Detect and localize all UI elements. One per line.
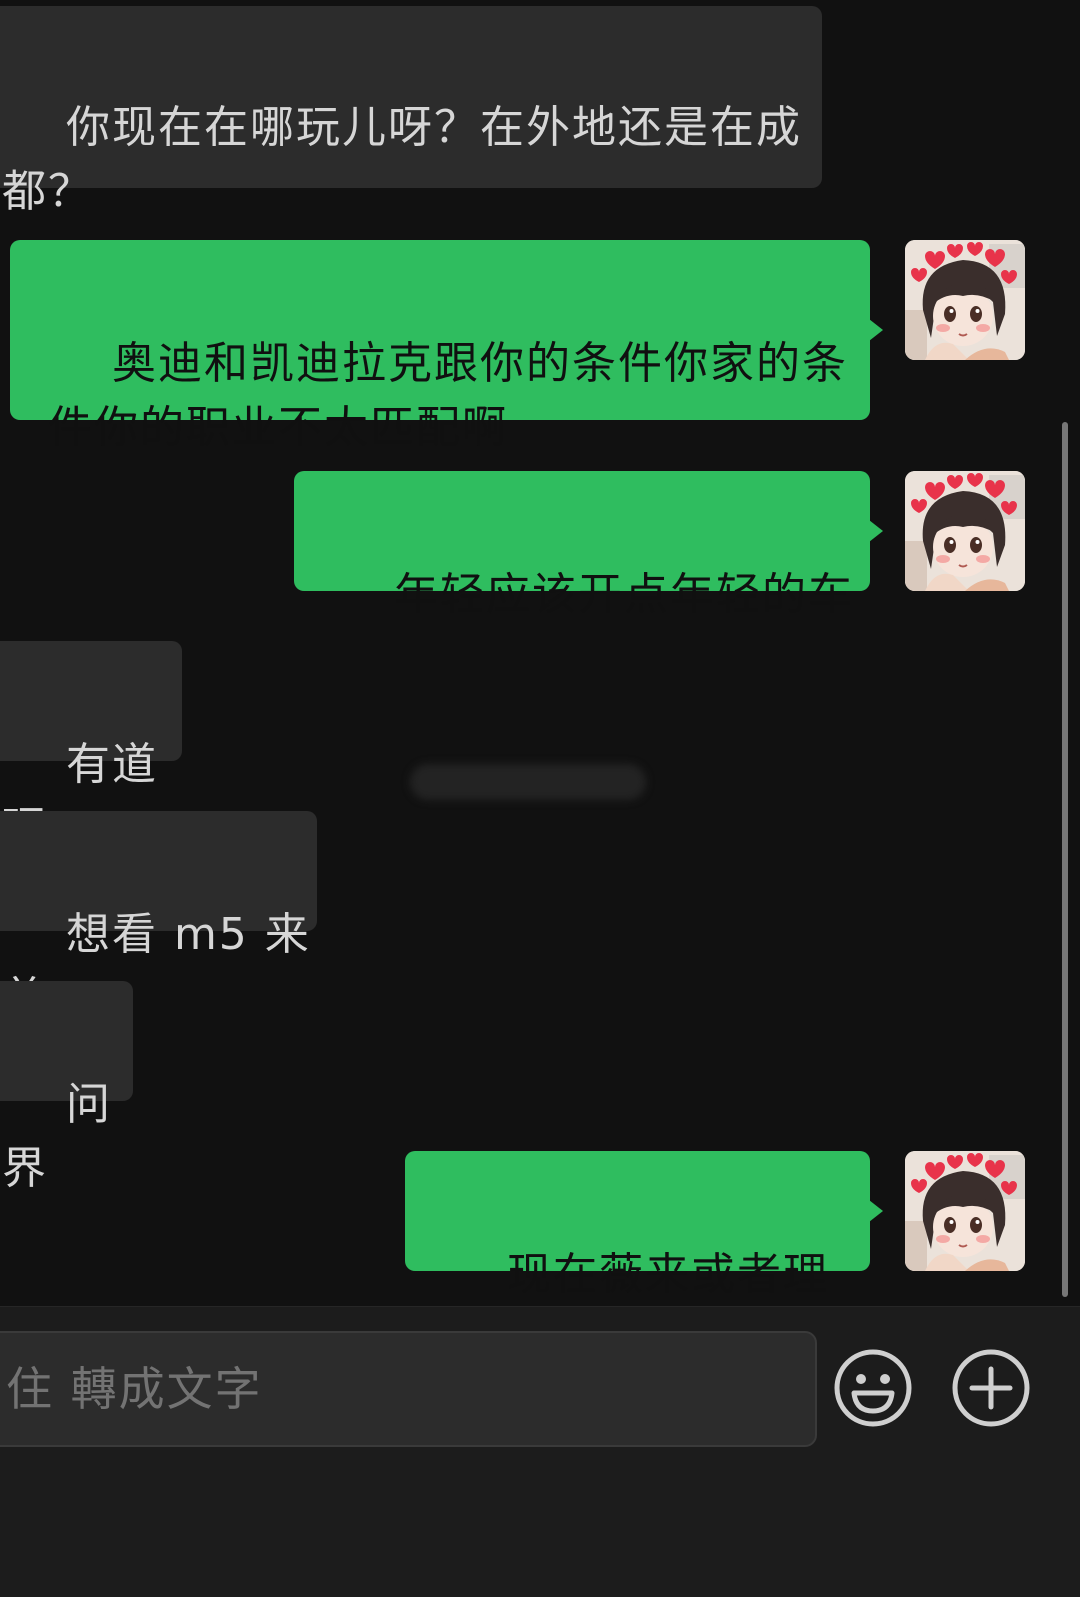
avatar-image	[905, 240, 1025, 360]
message-text: 问界	[2, 1079, 112, 1194]
bubble-tail	[869, 1200, 883, 1222]
scrollbar[interactable]	[1062, 422, 1068, 1297]
bubble-tail	[869, 319, 883, 341]
self-avatar[interactable]	[905, 471, 1025, 591]
message-text: 你现在在哪玩儿呀？在外地还是在成 都？	[2, 102, 802, 217]
chat-screen: 你现在在哪玩儿呀？在外地还是在成 都？ 奥迪和凯迪拉克跟你的条件你家的条 件你的…	[0, 0, 1080, 1597]
message-bubble-outgoing[interactable]: 奥迪和凯迪拉克跟你的条件你家的条 件你的职业不太匹配啊	[10, 240, 883, 453]
message-bubble-outgoing[interactable]: 年轻应该开点年轻的车	[294, 471, 883, 620]
message-bubble-incoming[interactable]: 有道理	[0, 641, 182, 854]
smile-face-icon[interactable]	[832, 1347, 914, 1429]
message-bubble-incoming[interactable]: 问界	[0, 981, 133, 1194]
message-bubble-outgoing[interactable]: 现在薇来或者理想	[405, 1151, 883, 1364]
hold-to-talk-label: 住 轉成文字	[6, 1362, 263, 1416]
input-bar: 住 轉成文字	[0, 1306, 1080, 1597]
avatar-image	[905, 471, 1025, 591]
message-bubble-incoming[interactable]: 你现在在哪玩儿呀？在外地还是在成 都？	[0, 6, 822, 217]
blurred-overlay	[410, 764, 646, 800]
message-bubble-incoming[interactable]: 想看 m5 来着	[0, 811, 317, 1024]
message-text: 年轻应该开点年轻的车	[393, 569, 854, 620]
bubble-tail	[869, 520, 883, 542]
message-text: 奥迪和凯迪拉克跟你的条件你家的条 件你的职业不太匹配啊	[48, 338, 848, 453]
self-avatar[interactable]	[905, 240, 1025, 360]
plus-circle-icon[interactable]	[950, 1347, 1032, 1429]
self-avatar[interactable]	[905, 1151, 1025, 1271]
avatar-image	[905, 1151, 1025, 1271]
hold-to-talk-button[interactable]: 住 轉成文字	[0, 1331, 817, 1447]
